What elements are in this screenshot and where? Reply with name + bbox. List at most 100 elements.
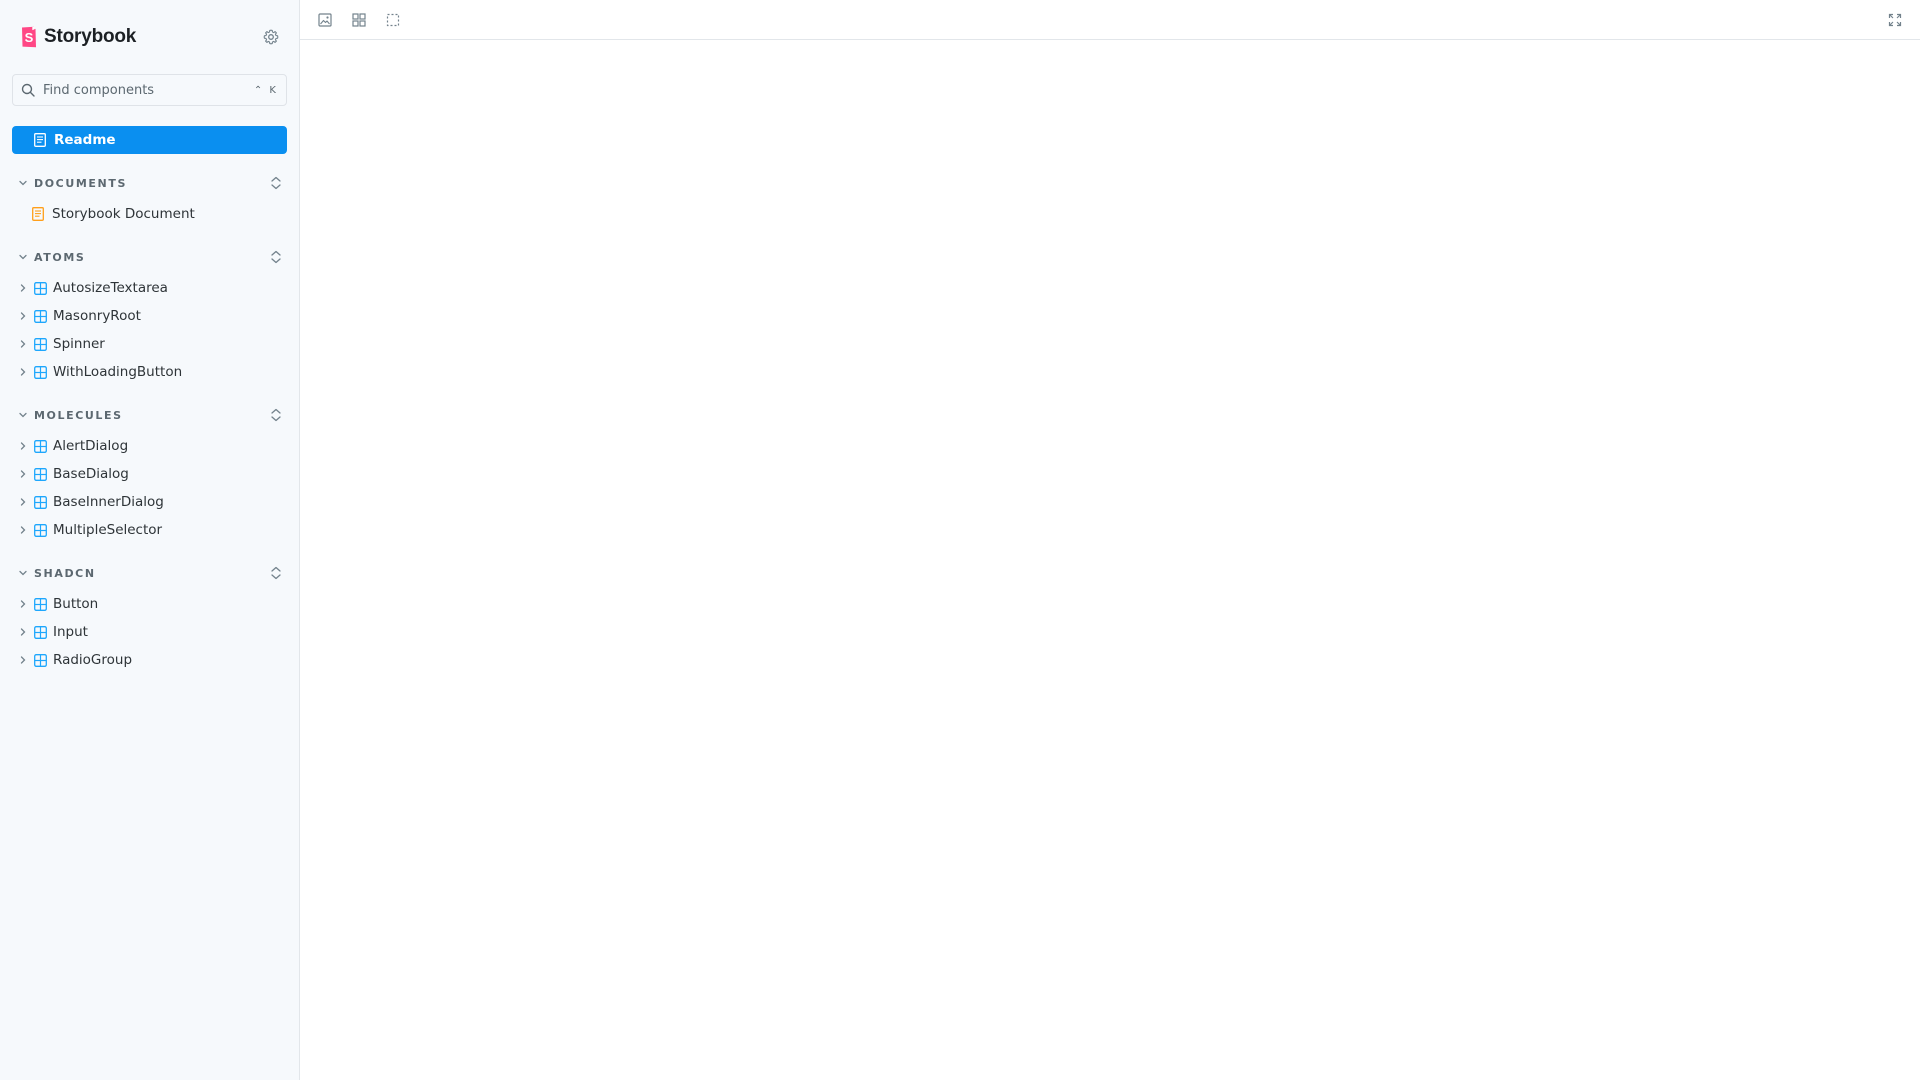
group-header-molecules[interactable]: MOLECULES bbox=[12, 404, 287, 426]
component-icon bbox=[34, 281, 47, 295]
outline-tool-button[interactable] bbox=[378, 5, 408, 35]
chevron-down-icon bbox=[19, 412, 27, 418]
item-label: Storybook Document bbox=[52, 206, 195, 222]
component-icon bbox=[34, 467, 47, 481]
component-icon bbox=[34, 597, 47, 611]
chevron-right-icon[interactable] bbox=[18, 441, 28, 451]
chevron-right-icon[interactable] bbox=[18, 525, 28, 535]
list-item[interactable]: MultipleSelector bbox=[12, 516, 287, 544]
list-item[interactable]: RadioGroup bbox=[12, 646, 287, 674]
group-header-atoms[interactable]: ATOMS bbox=[12, 246, 287, 268]
chevron-right-icon[interactable] bbox=[18, 497, 28, 507]
expand-collapse-icon[interactable] bbox=[269, 249, 283, 265]
chevron-right-icon[interactable] bbox=[18, 311, 28, 321]
chevron-right-icon[interactable] bbox=[18, 627, 28, 637]
item-label: AutosizeTextarea bbox=[53, 280, 168, 296]
sidebar: S Storybook ⌃ K bbox=[0, 0, 300, 1080]
list-item[interactable]: AutosizeTextarea bbox=[12, 274, 287, 302]
group-atoms: ATOMS AutosizeTextarea MasonryRoot Spinn… bbox=[12, 246, 287, 386]
chevron-right-icon[interactable] bbox=[18, 655, 28, 665]
list-item[interactable]: Storybook Document bbox=[12, 200, 287, 228]
group-items: Button Input RadioGroup bbox=[12, 590, 287, 674]
document-icon bbox=[32, 207, 44, 221]
item-label: Input bbox=[53, 624, 88, 640]
group-header-documents[interactable]: DOCUMENTS bbox=[12, 172, 287, 194]
group-title: SHADCN bbox=[34, 566, 96, 580]
group-header-shadcn[interactable]: SHADCN bbox=[12, 562, 287, 584]
group-title: DOCUMENTS bbox=[34, 176, 127, 190]
image-icon bbox=[318, 12, 332, 27]
search-input[interactable] bbox=[43, 82, 246, 98]
list-item[interactable]: BaseDialog bbox=[12, 460, 287, 488]
chevron-right-icon[interactable] bbox=[18, 339, 28, 349]
search-shortcut: ⌃ K bbox=[253, 84, 278, 96]
storybook-logo-icon: S bbox=[22, 26, 36, 48]
storybook-app: S Storybook ⌃ K bbox=[0, 0, 1920, 1080]
group-items: AutosizeTextarea MasonryRoot Spinner Wit… bbox=[12, 274, 287, 386]
item-label: MasonryRoot bbox=[53, 308, 141, 324]
group-title-wrap: ATOMS bbox=[18, 251, 85, 264]
grid-tool-button[interactable] bbox=[344, 5, 374, 35]
main-panel bbox=[300, 0, 1920, 1080]
chevron-down-icon bbox=[19, 180, 27, 186]
toolbar bbox=[300, 0, 1920, 40]
grid-icon bbox=[352, 12, 366, 27]
background-tool-button[interactable] bbox=[310, 5, 340, 35]
outline-icon bbox=[386, 13, 400, 26]
preview-canvas[interactable] bbox=[300, 40, 1920, 1080]
group-title-wrap: MOLECULES bbox=[18, 409, 123, 422]
group-title-wrap: SHADCN bbox=[18, 567, 96, 580]
item-label: WithLoadingButton bbox=[53, 364, 183, 380]
component-icon bbox=[34, 309, 47, 323]
list-item[interactable]: Spinner bbox=[12, 330, 287, 358]
chevron-right-icon[interactable] bbox=[18, 469, 28, 479]
list-item[interactable]: WithLoadingButton bbox=[12, 358, 287, 386]
expand-collapse-icon[interactable] bbox=[269, 565, 283, 581]
item-label: BaseDialog bbox=[53, 466, 129, 482]
expand-collapse-icon[interactable] bbox=[269, 175, 283, 191]
component-icon bbox=[34, 365, 47, 379]
chevron-right-icon[interactable] bbox=[18, 283, 28, 293]
list-item[interactable]: Input bbox=[12, 618, 287, 646]
group-items: Storybook Document bbox=[12, 200, 287, 228]
item-label: AlertDialog bbox=[53, 438, 129, 454]
list-item[interactable]: BaseInnerDialog bbox=[12, 488, 287, 516]
chevron-right-icon[interactable] bbox=[18, 367, 28, 377]
component-icon bbox=[34, 495, 47, 509]
settings-button[interactable] bbox=[261, 27, 281, 47]
document-icon bbox=[34, 133, 46, 147]
component-icon bbox=[34, 439, 47, 453]
component-icon bbox=[34, 625, 47, 639]
item-label: BaseInnerDialog bbox=[53, 494, 164, 510]
item-label: MultipleSelector bbox=[53, 522, 163, 538]
group-molecules: MOLECULES AlertDialog BaseDialog BaseInn… bbox=[12, 404, 287, 544]
fullscreen-button[interactable] bbox=[1880, 5, 1910, 35]
readme-item[interactable]: Readme bbox=[12, 126, 287, 154]
group-items: AlertDialog BaseDialog BaseInnerDialog M… bbox=[12, 432, 287, 544]
item-label: RadioGroup bbox=[53, 652, 133, 668]
readme-label: Readme bbox=[54, 132, 116, 148]
gear-icon bbox=[263, 29, 279, 45]
expand-collapse-icon[interactable] bbox=[269, 407, 283, 423]
component-icon bbox=[34, 653, 47, 667]
fullscreen-icon bbox=[1888, 13, 1902, 26]
search-icon bbox=[21, 83, 35, 97]
brand-name: Storybook bbox=[44, 26, 137, 47]
item-label: Button bbox=[53, 596, 99, 612]
chevron-down-icon bbox=[19, 254, 27, 260]
list-item[interactable]: MasonryRoot bbox=[12, 302, 287, 330]
group-title: ATOMS bbox=[34, 250, 86, 264]
chevron-right-icon[interactable] bbox=[18, 599, 28, 609]
item-label: Spinner bbox=[53, 336, 105, 352]
chevron-down-icon bbox=[19, 570, 27, 576]
search-box[interactable]: ⌃ K bbox=[12, 74, 287, 106]
list-item[interactable]: AlertDialog bbox=[12, 432, 287, 460]
component-icon bbox=[34, 523, 47, 537]
list-item[interactable]: Button bbox=[12, 590, 287, 618]
group-documents: DOCUMENTS Storybook Document bbox=[12, 172, 287, 228]
brand-row: S Storybook bbox=[12, 0, 287, 74]
group-title: MOLECULES bbox=[34, 408, 123, 422]
component-icon bbox=[34, 337, 47, 351]
group-title-wrap: DOCUMENTS bbox=[18, 177, 127, 190]
brand[interactable]: S Storybook bbox=[20, 26, 136, 48]
